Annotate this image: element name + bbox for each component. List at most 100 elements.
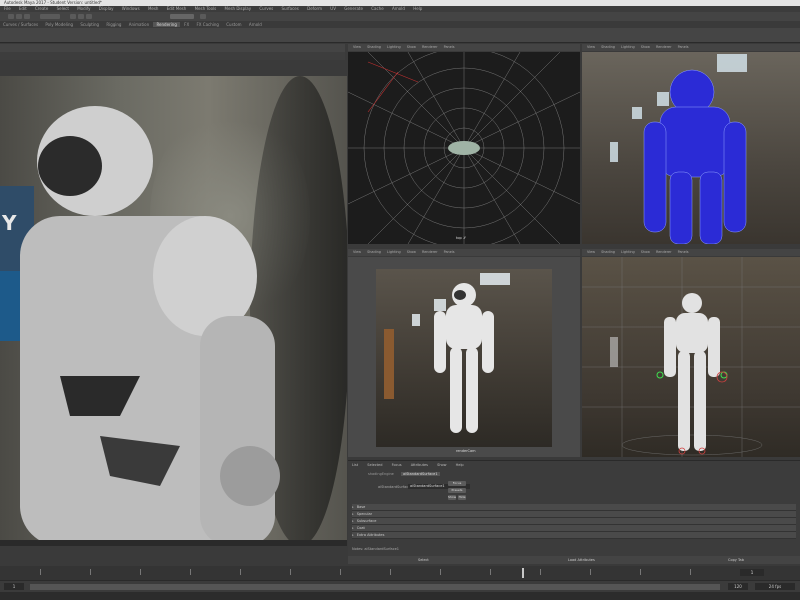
attr-menu-list[interactable]: List [352, 463, 358, 467]
vp-menu-shading[interactable]: Shading [367, 250, 381, 254]
menu-select[interactable]: Select [57, 6, 69, 11]
viewport-top-menu: View Shading Lighting Show Renderer Pane… [348, 44, 580, 51]
menu-curves[interactable]: Curves [259, 6, 273, 11]
vp-menu-renderer[interactable]: Renderer [422, 250, 437, 254]
shelf-tab[interactable]: Arnold [246, 22, 265, 27]
vp-menu-panels[interactable]: Panels [444, 45, 455, 49]
section-base[interactable]: ▸ Base [352, 504, 796, 511]
attr-menu-show[interactable]: Show [437, 463, 446, 467]
open-scene-icon[interactable] [16, 14, 22, 19]
fps-dropdown[interactable]: 24 fps [755, 583, 795, 590]
vp-menu-show[interactable]: Show [641, 250, 650, 254]
menu-deform[interactable]: Deform [307, 6, 322, 11]
section-specular[interactable]: ▸ Specular [352, 511, 796, 518]
save-scene-icon[interactable] [24, 14, 30, 19]
menu-help[interactable]: Help [413, 6, 422, 11]
ipr-render-icon[interactable] [200, 14, 206, 19]
menu-mesh-display[interactable]: Mesh Display [225, 6, 252, 11]
menu-mesh[interactable]: Mesh [148, 6, 159, 11]
vp-menu-renderer[interactable]: Renderer [656, 45, 671, 49]
select-mode-dropdown[interactable] [40, 14, 60, 19]
time-slider[interactable]: 1 [0, 566, 800, 580]
menu-edit[interactable]: Edit [19, 6, 27, 11]
range-slider-bar[interactable] [30, 584, 720, 590]
vp-menu-lighting[interactable]: Lighting [621, 250, 635, 254]
section-coat[interactable]: ▸ Coat [352, 525, 796, 532]
menu-display[interactable]: Display [99, 6, 114, 11]
menu-edit-mesh[interactable]: Edit Mesh [167, 6, 187, 11]
menu-generate[interactable]: Generate [344, 6, 363, 11]
viewport-persp-label: renderCam [456, 449, 476, 453]
node-tab-active[interactable]: aiStandardSurface1 [400, 472, 440, 476]
vp-menu-panels[interactable]: Panels [678, 250, 689, 254]
shelf-tab[interactable]: Sculpting [77, 22, 102, 27]
viewport-render-cam[interactable]: renderCam [348, 257, 580, 457]
attr-menu-focus[interactable]: Focus [392, 463, 402, 467]
shelf-tab[interactable]: Animation [126, 22, 152, 27]
focus-button[interactable]: Focus [448, 481, 466, 486]
viewport-wireframe[interactable] [582, 52, 800, 244]
vp-menu-view[interactable]: View [353, 45, 361, 49]
menu-cache[interactable]: Cache [371, 6, 383, 11]
vp-menu-lighting[interactable]: Lighting [621, 45, 635, 49]
shelf-tab[interactable]: FX [181, 22, 192, 27]
shelf-tab[interactable]: Rigging [103, 22, 124, 27]
node-tab[interactable]: shadingEngine [368, 472, 394, 476]
shelf-tabs: Curves / Surfaces Poly Modeling Sculptin… [0, 21, 800, 28]
new-scene-icon[interactable] [8, 14, 14, 19]
menu-windows[interactable]: Windows [122, 6, 140, 11]
render-view-image[interactable]: Y [0, 76, 347, 546]
vp-menu-view[interactable]: View [587, 250, 595, 254]
vp-menu-shading[interactable]: Shading [601, 250, 615, 254]
snap-curve-icon[interactable] [78, 14, 84, 19]
vp-menu-show[interactable]: Show [407, 45, 416, 49]
select-button[interactable]: Select [418, 556, 429, 564]
attr-menu-help[interactable]: Help [456, 463, 464, 467]
copy-tab-button[interactable]: Copy Tab [728, 556, 744, 564]
vp-menu-lighting[interactable]: Lighting [387, 45, 401, 49]
hide-button[interactable]: Hide [458, 495, 466, 500]
presets-button[interactable]: Presets [448, 488, 466, 493]
attr-menu-selected[interactable]: Selected [367, 463, 382, 467]
menu-surfaces[interactable]: Surfaces [282, 6, 299, 11]
shelf-tab[interactable]: Poly Modeling [42, 22, 76, 27]
menu-uv[interactable]: UV [330, 6, 336, 11]
shelf-tab-active[interactable]: Rendering [153, 22, 180, 27]
attr-menu-attributes[interactable]: Attributes [411, 463, 428, 467]
viewport-top[interactable]: top -Y [348, 52, 580, 244]
shelf-tab[interactable]: Curves / Surfaces [0, 22, 41, 27]
menu-arnold[interactable]: Arnold [392, 6, 405, 11]
current-time-marker[interactable] [522, 568, 524, 578]
show-button[interactable]: Show [448, 495, 456, 500]
command-line[interactable] [0, 592, 800, 600]
top-view-model [448, 141, 480, 155]
current-frame-field[interactable]: 1 [740, 569, 764, 576]
section-extra-attributes[interactable]: ▸ Extra Attributes [352, 532, 796, 539]
menu-modify[interactable]: Modify [77, 6, 90, 11]
vp-menu-panels[interactable]: Panels [678, 45, 689, 49]
menu-file[interactable]: File [4, 6, 11, 11]
vp-menu-view[interactable]: View [587, 45, 595, 49]
menu-mesh-tools[interactable]: Mesh Tools [195, 6, 217, 11]
vp-menu-show[interactable]: Show [641, 45, 650, 49]
vp-menu-show[interactable]: Show [407, 250, 416, 254]
vp-menu-lighting[interactable]: Lighting [387, 250, 401, 254]
snap-grid-icon[interactable] [70, 14, 76, 19]
vp-menu-view[interactable]: View [353, 250, 361, 254]
render-icon[interactable] [170, 14, 194, 19]
range-end-field[interactable]: 120 [728, 583, 748, 590]
menu-create[interactable]: Create [35, 6, 48, 11]
section-subsurface[interactable]: ▸ Subsurface [352, 518, 796, 525]
shelf-tab[interactable]: FX Caching [193, 22, 221, 27]
shelf-tab[interactable]: Custom [223, 22, 244, 27]
load-attributes-button[interactable]: Load Attributes [568, 556, 595, 564]
vp-menu-renderer[interactable]: Renderer [656, 250, 671, 254]
viewport-shaded[interactable] [582, 257, 800, 457]
range-start-field[interactable]: 1 [4, 583, 24, 590]
vp-menu-shading[interactable]: Shading [367, 45, 381, 49]
viewport-wire-menu: View Shading Lighting Show Renderer Pane… [582, 44, 800, 51]
vp-menu-panels[interactable]: Panels [444, 250, 455, 254]
vp-menu-shading[interactable]: Shading [601, 45, 615, 49]
snap-point-icon[interactable] [86, 14, 92, 19]
vp-menu-renderer[interactable]: Renderer [422, 45, 437, 49]
